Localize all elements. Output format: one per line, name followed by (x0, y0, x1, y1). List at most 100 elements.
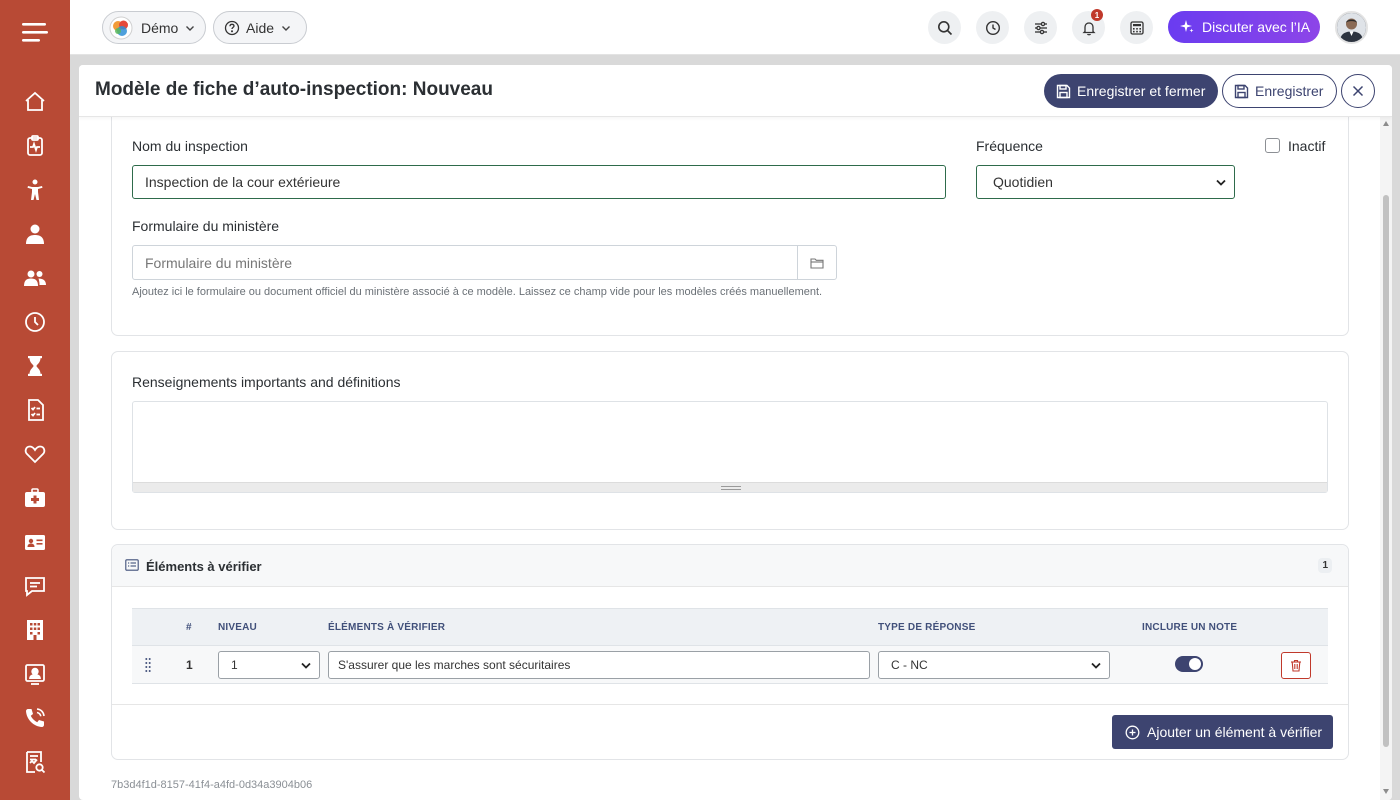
heart-icon[interactable] (20, 439, 50, 469)
id-card-icon[interactable] (20, 527, 50, 557)
modal-scrollbar[interactable] (1380, 117, 1392, 800)
chevron-down-icon (301, 662, 311, 670)
clipboard-pulse-icon[interactable] (20, 131, 50, 161)
menu-icon[interactable] (20, 18, 50, 46)
save-and-close-label: Enregistrer et fermer (1077, 83, 1206, 99)
plus-circle-icon (1125, 725, 1140, 740)
definitions-label: Renseignements importants and définition… (132, 374, 401, 390)
help-label: Aide (246, 19, 275, 36)
trash-icon (1290, 659, 1302, 672)
clock-icon[interactable] (20, 307, 50, 337)
save-icon (1234, 84, 1249, 99)
filters-button[interactable] (1024, 11, 1057, 44)
report-icon[interactable] (20, 747, 50, 777)
response-type-select[interactable]: C - NC (878, 651, 1110, 679)
chevron-down-icon (1216, 179, 1226, 187)
home-icon[interactable] (20, 87, 50, 117)
column-header-number: # (186, 622, 192, 633)
organization-label: Démo (141, 19, 179, 36)
items-table-header: # NIVEAU ÉLÉMENTS À VÉRIFIER TYPE DE RÉP… (132, 608, 1328, 646)
scroll-thumb[interactable] (1383, 195, 1389, 747)
calculator-icon (1129, 20, 1145, 36)
add-item-label: Ajouter un élément à vérifier (1147, 724, 1323, 740)
level-select[interactable]: 1 (218, 651, 320, 679)
items-count-badge: 1 (1318, 558, 1332, 573)
scroll-up-arrow-icon[interactable] (1383, 121, 1389, 126)
drag-handle-icon[interactable] (145, 657, 151, 673)
organization-logo-icon (109, 16, 133, 40)
inactive-checkbox[interactable] (1265, 138, 1280, 153)
modal-title: Modèle de fiche d’auto-inspection: Nouve… (95, 79, 493, 100)
building-icon[interactable] (20, 615, 50, 645)
list-icon (125, 559, 139, 571)
level-value: 1 (231, 658, 238, 672)
column-header-response-type: TYPE DE RÉPONSE (878, 622, 976, 633)
sidebar (0, 0, 70, 800)
search-icon (937, 20, 953, 36)
modal-header: Modèle de fiche d’auto-inspection: Nouve… (79, 65, 1392, 117)
frequency-value: Quotidien (993, 174, 1053, 190)
row-number: 1 (186, 658, 193, 672)
add-item-button[interactable]: Ajouter un élément à vérifier (1112, 715, 1333, 749)
notifications-button[interactable]: 1 (1072, 9, 1105, 44)
chevron-down-icon (184, 22, 196, 34)
template-modal: Modèle de fiche d’auto-inspection: Nouve… (79, 65, 1392, 800)
user-avatar[interactable] (1335, 11, 1368, 44)
item-text-input[interactable]: S'assurer que les marches sont sécuritai… (328, 651, 870, 679)
message-icon[interactable] (20, 571, 50, 601)
staff-icon[interactable] (20, 219, 50, 249)
grip-icon (721, 486, 741, 490)
table-row: 1 1 S'assurer que les marches sont sécur… (132, 646, 1328, 684)
ai-chat-button[interactable]: Discuter avec l’IA (1168, 11, 1320, 43)
folder-browse-button[interactable] (797, 246, 836, 279)
sliders-icon (1033, 20, 1049, 36)
top-bar: Démo Aide 1 Discuter avec l’IA (70, 0, 1400, 55)
ministry-form-help: Ajoutez ici le formulaire ou document of… (132, 286, 823, 298)
history-button[interactable] (976, 11, 1009, 44)
column-header-item: ÉLÉMENTS À VÉRIFIER (328, 622, 446, 633)
bell-icon (1081, 20, 1097, 36)
phone-icon[interactable] (20, 703, 50, 733)
frequency-select[interactable]: Quotidien (976, 165, 1235, 199)
save-and-close-button[interactable]: Enregistrer et fermer (1044, 74, 1218, 108)
child-icon[interactable] (20, 175, 50, 205)
save-button[interactable]: Enregistrer (1222, 74, 1337, 108)
scroll-down-arrow-icon[interactable] (1383, 789, 1389, 794)
close-button[interactable] (1341, 74, 1375, 108)
group-icon[interactable] (20, 263, 50, 293)
organization-selector[interactable]: Démo (102, 11, 206, 44)
ministry-form-placeholder: Formulaire du ministère (145, 254, 293, 271)
calculator-button[interactable] (1120, 11, 1153, 44)
contact-card-icon[interactable] (20, 659, 50, 689)
textarea-resize-handle[interactable] (133, 482, 1327, 492)
folder-icon (810, 257, 824, 269)
delete-row-button[interactable] (1281, 652, 1311, 679)
chevron-down-icon (280, 22, 292, 34)
items-section-title: Éléments à vérifier (146, 559, 262, 574)
inactive-label: Inactif (1288, 138, 1326, 154)
inspection-name-label: Nom du inspection (132, 138, 248, 154)
inspection-name-input[interactable]: Inspection de la cour extérieure (132, 165, 946, 199)
column-header-level: NIVEAU (218, 622, 257, 633)
save-label: Enregistrer (1255, 83, 1324, 99)
first-aid-icon[interactable] (20, 483, 50, 513)
search-button[interactable] (928, 11, 961, 44)
help-menu[interactable]: Aide (213, 11, 307, 44)
definitions-textarea[interactable] (132, 401, 1328, 493)
ministry-form-input[interactable]: Formulaire du ministère (132, 245, 837, 280)
include-note-toggle[interactable] (1175, 656, 1203, 672)
toggle-knob (1189, 658, 1201, 670)
sparkle-icon (1180, 20, 1194, 34)
hourglass-icon[interactable] (20, 351, 50, 381)
notification-badge: 1 (1091, 9, 1103, 21)
checklist-icon[interactable] (20, 395, 50, 425)
frequency-label: Fréquence (976, 138, 1043, 154)
record-id: 7b3d4f1d-8157-41f4-a4fd-0d34a3904b06 (111, 779, 313, 791)
chevron-down-icon (1091, 662, 1101, 670)
ministry-form-label: Formulaire du ministère (132, 218, 280, 234)
items-section-header: Éléments à vérifier 1 (112, 545, 1348, 587)
ai-chat-label: Discuter avec l’IA (1202, 19, 1311, 35)
general-info-card (111, 105, 1349, 336)
save-icon (1056, 84, 1071, 99)
response-type-value: C - NC (891, 658, 928, 672)
